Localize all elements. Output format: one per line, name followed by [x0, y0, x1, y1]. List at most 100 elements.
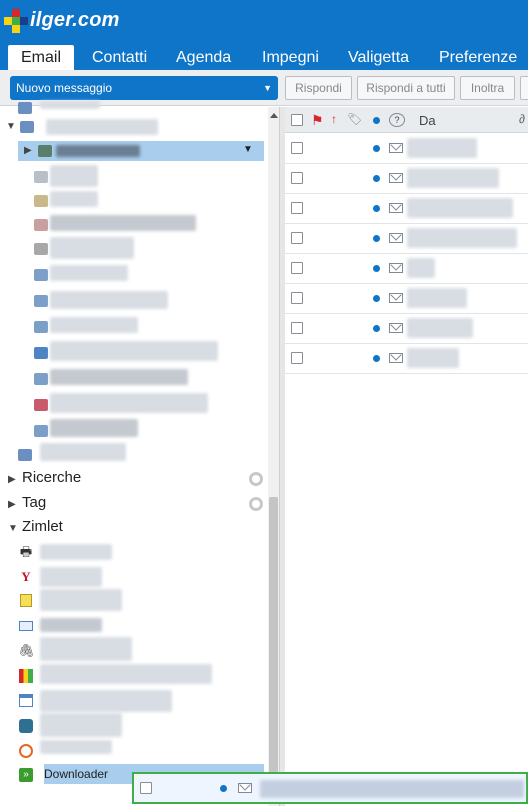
row-checkbox	[140, 782, 152, 794]
searches-section[interactable]: ▶ Ricerche	[8, 469, 81, 486]
inbox-icon	[38, 145, 52, 157]
color-square-icon	[18, 668, 34, 684]
chevron-down-icon[interactable]: ▼	[243, 144, 253, 155]
envelope-icon	[389, 233, 403, 243]
sticky-note-icon	[18, 593, 34, 609]
envelope-icon	[389, 203, 403, 213]
folder-tree: ▼ ▶ ▼ ▶ Ricerche ▶ Tag ▼ Zimlet 🖶 Y 🖇 » …	[0, 101, 283, 806]
forward-button[interactable]: Inoltra	[460, 76, 515, 100]
account-icon	[18, 102, 32, 114]
row-sender	[407, 168, 499, 188]
row-sender	[407, 258, 435, 278]
chevron-down-icon[interactable]: ▼	[263, 76, 272, 100]
orange-circle-icon	[18, 743, 34, 759]
downloader-icon: »	[18, 767, 34, 783]
status-icon[interactable]: ?	[389, 113, 405, 127]
message-row[interactable]	[285, 164, 528, 194]
unread-dot-icon[interactable]	[373, 265, 380, 272]
scrollbar-thumb[interactable]	[269, 497, 278, 797]
row-checkbox[interactable]	[291, 262, 303, 274]
row-checkbox[interactable]	[291, 202, 303, 214]
collapse-arrow-icon[interactable]: ▼	[8, 523, 22, 534]
scroll-up-icon[interactable]	[270, 113, 278, 118]
row-checkbox[interactable]	[291, 352, 303, 364]
gear-icon[interactable]	[249, 497, 263, 511]
shared-folder-icon	[34, 269, 48, 281]
printer-icon: 🖶	[19, 544, 33, 559]
folder-icon	[34, 171, 48, 183]
shared-folder-icon	[34, 295, 48, 307]
expand-arrow-icon[interactable]: ▶	[8, 499, 22, 510]
envelope-icon	[389, 323, 403, 333]
shared-folder-icon	[34, 373, 48, 385]
column-from[interactable]: Da	[419, 113, 436, 129]
row-checkbox[interactable]	[291, 142, 303, 154]
message-row[interactable]	[285, 344, 528, 374]
unread-dot-icon[interactable]	[373, 295, 380, 302]
app-logo[interactable]: ilger.com	[4, 8, 120, 33]
message-row[interactable]	[285, 314, 528, 344]
unread-dot-icon[interactable]	[373, 355, 380, 362]
row-checkbox[interactable]	[291, 172, 303, 184]
row-checkbox[interactable]	[291, 322, 303, 334]
tab-tasks[interactable]: Impegni	[250, 45, 331, 70]
logo-mark-icon	[4, 9, 28, 33]
more-actions-button[interactable]	[520, 76, 528, 100]
message-list: ⚑ ↑ 🏷 ? Da ∂	[285, 107, 528, 806]
unread-dot-icon[interactable]	[373, 145, 380, 152]
gear-icon[interactable]	[249, 472, 263, 486]
unread-dot-icon[interactable]	[373, 325, 380, 332]
unread-dot-icon[interactable]	[373, 235, 380, 242]
message-row[interactable]	[285, 134, 528, 164]
tag-icon[interactable]: 🏷	[347, 112, 362, 128]
shared-folder-icon	[34, 399, 48, 411]
downloader-label: Downloader	[44, 767, 109, 781]
new-message-button[interactable]: Nuovo messaggio ▼	[10, 76, 278, 100]
envelope-icon	[18, 618, 34, 634]
row-checkbox[interactable]	[291, 232, 303, 244]
select-all-checkbox[interactable]	[291, 114, 303, 126]
row-checkbox[interactable]	[291, 292, 303, 304]
expand-arrow-icon[interactable]: ▶	[24, 145, 32, 156]
flag-icon[interactable]: ⚑	[311, 112, 324, 128]
message-row[interactable]	[285, 194, 528, 224]
unread-dot-icon[interactable]	[373, 117, 380, 124]
gear-box-icon	[18, 718, 34, 734]
zimlets-section[interactable]: ▼ Zimlet	[8, 518, 63, 535]
tab-calendar[interactable]: Agenda	[164, 45, 243, 70]
message-row[interactable]	[285, 254, 528, 284]
tab-preferences[interactable]: Preferenze	[427, 45, 528, 70]
row-sender	[407, 288, 467, 308]
trash-icon	[34, 243, 48, 255]
row-sender	[407, 348, 459, 368]
priority-icon[interactable]: ↑	[331, 112, 337, 128]
shared-folder-icon	[34, 321, 48, 333]
top-header: ilger.com	[0, 0, 528, 40]
row-sender	[407, 198, 513, 218]
unread-dot-icon[interactable]	[373, 175, 380, 182]
mailbox-icon	[20, 121, 34, 133]
row-sender	[407, 318, 473, 338]
tab-email[interactable]: Email	[8, 45, 74, 70]
drag-preview-row	[132, 772, 528, 804]
folder-tree-scrollbar[interactable]	[268, 107, 279, 806]
reply-all-button[interactable]: Rispondi a tutti	[357, 76, 455, 100]
window-icon	[18, 693, 34, 709]
attachment-icon[interactable]: ∂	[519, 112, 525, 128]
selected-folder-row[interactable]	[18, 141, 264, 161]
tab-contacts[interactable]: Contatti	[80, 45, 159, 70]
expand-arrow-icon[interactable]: ▼	[6, 121, 16, 132]
outbox-icon	[34, 219, 48, 231]
message-row[interactable]	[285, 224, 528, 254]
yahoo-icon: Y	[21, 569, 31, 584]
tab-briefcase[interactable]: Valigetta	[336, 45, 421, 70]
expand-arrow-icon[interactable]: ▶	[8, 474, 22, 485]
tags-section[interactable]: ▶ Tag	[8, 494, 46, 511]
message-row[interactable]	[285, 284, 528, 314]
shared-folder-icon	[34, 347, 48, 359]
reply-button[interactable]: Rispondi	[285, 76, 352, 100]
account-icon	[18, 449, 32, 461]
unread-dot-icon[interactable]	[373, 205, 380, 212]
envelope-icon	[389, 353, 403, 363]
envelope-icon	[238, 783, 252, 793]
